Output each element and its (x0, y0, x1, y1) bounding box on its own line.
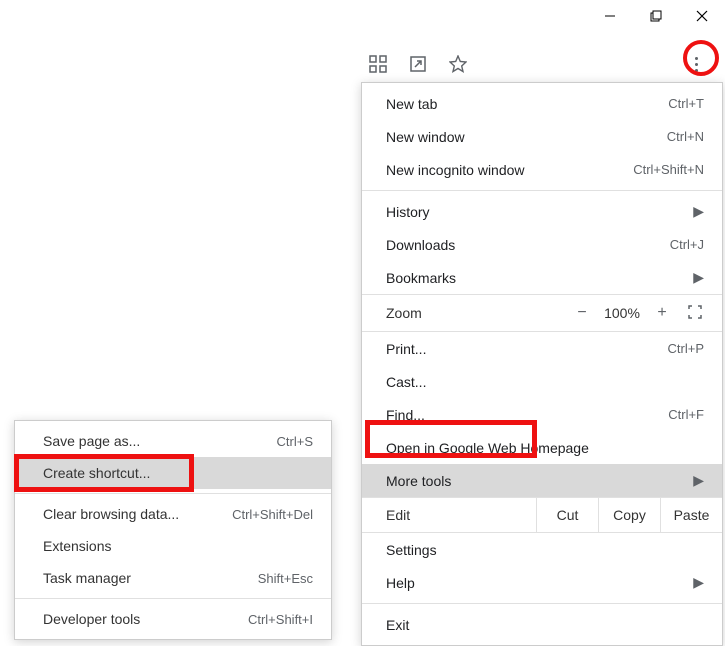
submenu-separator (15, 598, 331, 599)
menu-shortcut: Ctrl+Shift+N (633, 162, 704, 177)
cut-button[interactable]: Cut (536, 498, 598, 532)
copy-button[interactable]: Copy (598, 498, 660, 532)
zoom-label: Zoom (386, 305, 566, 321)
main-menu: New tab Ctrl+T New window Ctrl+N New inc… (361, 82, 723, 646)
submenu-label: Save page as... (43, 433, 277, 449)
menu-item-find[interactable]: Find... Ctrl+F (362, 398, 722, 431)
menu-item-more-tools[interactable]: More tools ▶ (362, 464, 722, 497)
menu-item-downloads[interactable]: Downloads Ctrl+J (362, 228, 722, 261)
menu-label: New incognito window (386, 162, 633, 178)
submenu-label: Task manager (43, 570, 258, 586)
submenu-shortcut: Shift+Esc (258, 571, 313, 586)
menu-label: New tab (386, 96, 668, 112)
menu-item-history[interactable]: History ▶ (362, 195, 722, 228)
edit-label: Edit (386, 507, 536, 523)
menu-label: History (386, 204, 683, 220)
menu-item-new-window[interactable]: New window Ctrl+N (362, 120, 722, 153)
menu-button[interactable] (685, 53, 707, 75)
menu-item-bookmarks[interactable]: Bookmarks ▶ (362, 261, 722, 294)
maximize-icon (650, 10, 662, 22)
menu-separator (362, 190, 722, 191)
paste-button[interactable]: Paste (660, 498, 722, 532)
submenu-shortcut: Ctrl+Shift+Del (232, 507, 313, 522)
menu-label: Settings (386, 542, 704, 558)
zoom-in-button[interactable]: + (646, 304, 678, 322)
menu-label: Help (386, 575, 683, 591)
menu-shortcut: Ctrl+T (668, 96, 704, 111)
submenu-item-create-shortcut[interactable]: Create shortcut... (15, 457, 331, 489)
submenu-arrow-icon: ▶ (693, 574, 704, 591)
submenu-separator (15, 493, 331, 494)
submenu-label: Developer tools (43, 611, 248, 627)
close-button[interactable] (679, 0, 725, 32)
menu-item-exit[interactable]: Exit (362, 608, 722, 641)
vertical-dots-icon (695, 57, 698, 72)
menu-item-new-tab[interactable]: New tab Ctrl+T (362, 87, 722, 120)
qr-icon[interactable] (367, 53, 389, 75)
submenu-shortcut: Ctrl+S (277, 434, 313, 449)
submenu-label: Extensions (43, 538, 313, 554)
submenu-item-extensions[interactable]: Extensions (15, 530, 331, 562)
submenu-label: Create shortcut... (43, 465, 313, 481)
menu-item-help[interactable]: Help ▶ (362, 566, 722, 599)
menu-label: Exit (386, 617, 704, 633)
zoom-value: 100% (598, 305, 646, 321)
open-external-icon[interactable] (407, 53, 429, 75)
menu-shortcut: Ctrl+N (667, 129, 704, 144)
submenu-label: Clear browsing data... (43, 506, 232, 522)
menu-item-cast[interactable]: Cast... (362, 365, 722, 398)
submenu-arrow-icon: ▶ (693, 203, 704, 220)
menu-label: Print... (386, 341, 668, 357)
minimize-icon (604, 10, 616, 22)
close-icon (696, 10, 708, 22)
submenu-shortcut: Ctrl+Shift+I (248, 612, 313, 627)
menu-item-open-homepage[interactable]: Open in Google Web Homepage (362, 431, 722, 464)
zoom-out-button[interactable]: − (566, 304, 598, 322)
toolbar (0, 44, 725, 84)
menu-shortcut: Ctrl+F (668, 407, 704, 422)
star-icon[interactable] (447, 53, 469, 75)
maximize-button[interactable] (633, 0, 679, 32)
menu-item-settings[interactable]: Settings (362, 533, 722, 566)
fullscreen-icon (688, 305, 702, 319)
submenu-arrow-icon: ▶ (693, 269, 704, 286)
menu-label: Cast... (386, 374, 704, 390)
menu-separator (362, 603, 722, 604)
submenu-arrow-icon: ▶ (693, 472, 704, 489)
menu-label: More tools (386, 473, 683, 489)
submenu-item-save-page[interactable]: Save page as... Ctrl+S (15, 425, 331, 457)
menu-label: Open in Google Web Homepage (386, 440, 704, 456)
menu-label: New window (386, 129, 667, 145)
menu-item-zoom: Zoom − 100% + (362, 294, 722, 332)
menu-shortcut: Ctrl+P (668, 341, 704, 356)
submenu-item-task-manager[interactable]: Task manager Shift+Esc (15, 562, 331, 594)
minimize-button[interactable] (587, 0, 633, 32)
menu-item-print[interactable]: Print... Ctrl+P (362, 332, 722, 365)
menu-shortcut: Ctrl+J (670, 237, 704, 252)
fullscreen-button[interactable] (678, 305, 712, 322)
more-tools-submenu: Save page as... Ctrl+S Create shortcut..… (14, 420, 332, 640)
submenu-item-dev-tools[interactable]: Developer tools Ctrl+Shift+I (15, 603, 331, 635)
submenu-item-clear-browsing[interactable]: Clear browsing data... Ctrl+Shift+Del (15, 498, 331, 530)
menu-label: Find... (386, 407, 668, 423)
window-controls (587, 0, 725, 32)
menu-item-edit: Edit Cut Copy Paste (362, 497, 722, 533)
menu-label: Downloads (386, 237, 670, 253)
menu-label: Bookmarks (386, 270, 683, 286)
menu-item-new-incognito[interactable]: New incognito window Ctrl+Shift+N (362, 153, 722, 186)
